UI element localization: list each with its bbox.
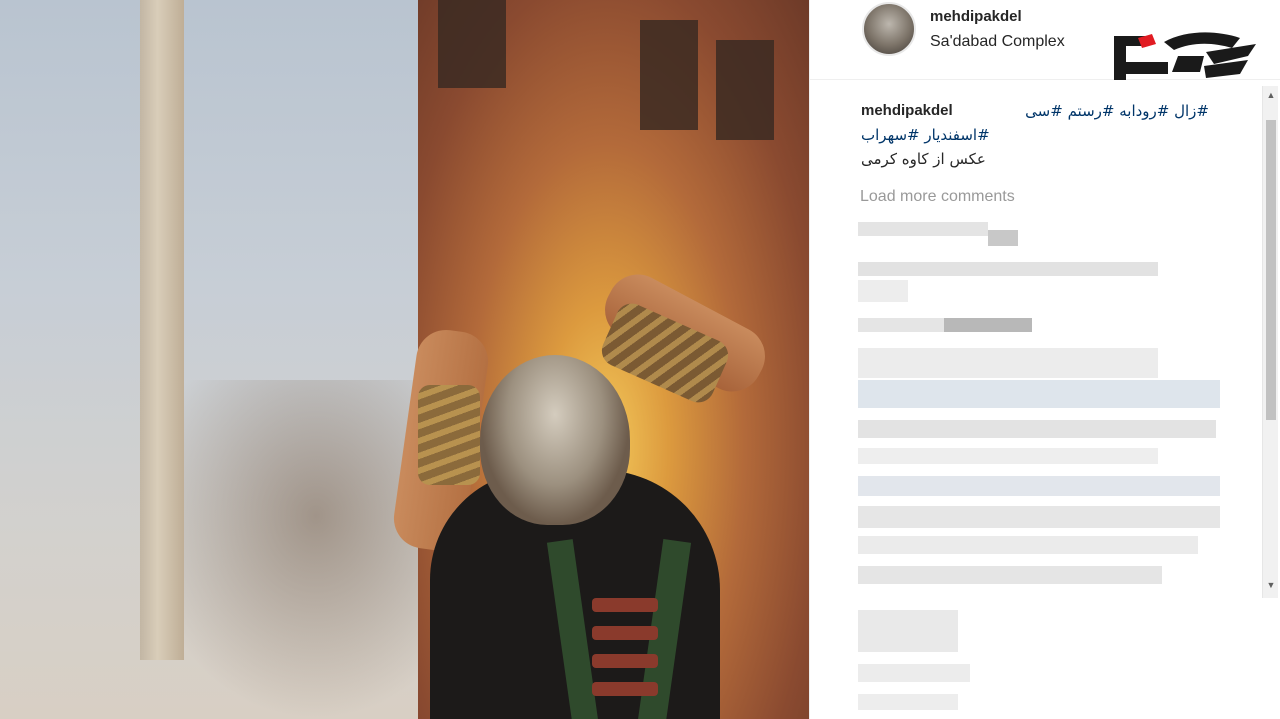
caption-photo-credit: عکس از کاوه کرمی bbox=[861, 150, 986, 168]
pixelated-comment bbox=[858, 506, 1220, 528]
scroll-thumb[interactable] bbox=[1266, 120, 1276, 420]
post-photo[interactable] bbox=[0, 0, 809, 719]
scroll-up-icon[interactable]: ▲ bbox=[1263, 88, 1279, 102]
photo-actor-head bbox=[480, 355, 630, 525]
caption-hashtags[interactable]: #زال #رودابه #رستم #سی bbox=[1025, 102, 1209, 120]
pixelated-comment bbox=[858, 610, 958, 652]
pixelated-comment bbox=[944, 318, 1032, 332]
pixelated-comment bbox=[858, 380, 1220, 408]
pixelated-comment bbox=[858, 694, 958, 710]
photo-pole bbox=[140, 0, 184, 660]
photo-actor-bracer bbox=[418, 385, 480, 485]
photo-costume-detail bbox=[592, 654, 658, 668]
post-username[interactable]: mehdipakdel bbox=[930, 8, 1022, 25]
photo-window bbox=[438, 0, 506, 88]
pixelated-comment bbox=[858, 262, 1158, 276]
photo-costume-detail bbox=[592, 626, 658, 640]
photo-window bbox=[640, 20, 698, 130]
comments-scrollbar[interactable]: ▲ ▼ bbox=[1262, 86, 1278, 598]
avatar[interactable] bbox=[862, 2, 916, 56]
site-logo bbox=[1114, 32, 1256, 80]
photo-costume-detail bbox=[592, 682, 658, 696]
pixelated-comment bbox=[858, 222, 988, 236]
caption: mehdipakdel #زال #رودابه #رستم #سی #اسفن… bbox=[861, 102, 1261, 168]
pixelated-comment bbox=[858, 318, 944, 332]
caption-hashtags[interactable]: #اسفندیار #سهراب bbox=[861, 126, 990, 144]
pixelated-comment bbox=[858, 420, 1216, 438]
pixelated-comment bbox=[858, 566, 1162, 584]
scroll-down-icon[interactable]: ▼ bbox=[1263, 578, 1279, 592]
photo-window bbox=[716, 40, 774, 140]
post-location[interactable]: Sa'dabad Complex bbox=[930, 33, 1065, 51]
pixelated-comment bbox=[858, 280, 908, 302]
caption-username[interactable]: mehdipakdel bbox=[861, 102, 953, 119]
load-more-comments-link[interactable]: Load more comments bbox=[860, 188, 1015, 206]
photo-costume-detail bbox=[592, 598, 658, 612]
pixelated-comment bbox=[858, 348, 1158, 378]
pixelated-comment bbox=[858, 664, 970, 682]
pixelated-comment bbox=[858, 448, 1158, 464]
pixelated-comment bbox=[858, 536, 1198, 554]
pixelated-comment bbox=[988, 230, 1018, 246]
caption-line: mehdipakdel #زال #رودابه #رستم #سی bbox=[861, 102, 1261, 124]
pixelated-comment bbox=[858, 476, 1220, 496]
